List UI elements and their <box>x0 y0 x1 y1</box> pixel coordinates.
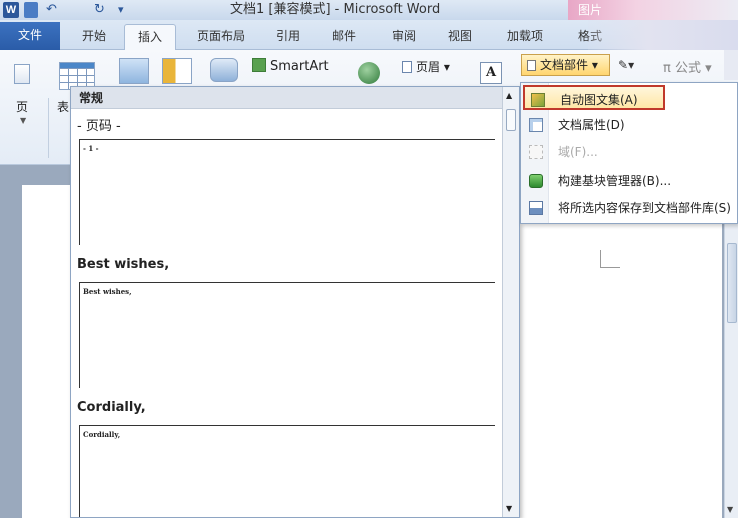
scrollbar-thumb[interactable] <box>727 243 737 323</box>
menu-item-save-selection[interactable]: 将所选内容保存到文档部件库(S) <box>521 195 737 221</box>
save-icon[interactable] <box>24 2 38 18</box>
field-icon <box>529 145 543 159</box>
menu-item-building-blocks-organizer[interactable]: 构建基块管理器(B)... <box>521 168 737 194</box>
header-button[interactable]: 页眉 ▾ <box>402 58 450 75</box>
gallery-preview-text: Cordially, <box>83 430 121 439</box>
gallery-entry-title[interactable]: - 页码 - <box>77 115 121 134</box>
ribbon-tabs: 文件 开始 插入 页面布局 引用 邮件 审阅 视图 加载项 格式 <box>0 20 738 51</box>
smartart-button[interactable]: SmartArt <box>252 57 329 77</box>
quick-parts-menu: 自动图文集(A) 文档属性(D) 域(F)... 构建基块管理器(B)... 将… <box>520 82 738 224</box>
menu-item-field[interactable]: 域(F)... <box>521 139 737 165</box>
text-box-button[interactable]: A <box>480 62 502 84</box>
tab-review[interactable]: 审阅 <box>384 24 424 50</box>
picture-tools-label: 图片 <box>578 3 603 17</box>
shapes-icon[interactable] <box>210 58 238 82</box>
gallery-entry-title[interactable]: Best wishes, <box>77 257 169 272</box>
tab-mailings[interactable]: 邮件 <box>324 24 364 50</box>
menu-item-label: 域(F)... <box>558 145 598 159</box>
title-bar: W ↶ ↻ ▾ 文档1 [兼容模式] - Microsoft Word 图片 <box>0 0 738 20</box>
gallery-category-header: 常规 <box>71 87 504 109</box>
hyperlink-globe-icon[interactable] <box>358 62 380 84</box>
chevron-down-icon[interactable]: ▼ <box>20 116 26 125</box>
tab-page-layout[interactable]: 页面布局 <box>188 24 254 50</box>
menu-item-autotext[interactable]: 自动图文集(A) <box>523 85 665 110</box>
save-selection-icon <box>529 201 543 215</box>
quick-parts-button[interactable]: 文档部件 ▾ <box>521 54 610 76</box>
page-icon[interactable] <box>14 64 30 84</box>
quick-parts-label: 文档部件 ▾ <box>540 58 598 72</box>
document-properties-icon <box>529 118 543 132</box>
menu-item-label: 文档属性(D) <box>558 118 625 132</box>
word-app-icon[interactable]: W <box>3 2 19 18</box>
menu-item-label: 构建基块管理器(B)... <box>558 174 672 188</box>
header-icon <box>402 61 412 73</box>
gallery-scrollbar[interactable]: ▲ ▼ <box>502 87 519 517</box>
margin-corner-mark <box>600 250 620 268</box>
building-blocks-organizer-icon <box>529 174 543 188</box>
window-title: 文档1 [兼容模式] - Microsoft Word <box>230 2 441 17</box>
quick-parts-icon <box>527 60 536 71</box>
tab-view[interactable]: 视图 <box>440 24 480 50</box>
gallery-entry-title[interactable]: Cordially, <box>77 400 146 415</box>
signature-dropdown-icon: ▾ <box>628 58 635 72</box>
gallery-preview-text: Best wishes, <box>83 287 132 296</box>
autotext-icon <box>531 93 545 107</box>
tab-references[interactable]: 引用 <box>268 24 308 50</box>
picture-icon[interactable] <box>119 58 149 84</box>
scroll-up-icon[interactable]: ▲ <box>506 91 512 100</box>
tab-insert[interactable]: 插入 <box>124 24 176 51</box>
menu-item-label: 自动图文集(A) <box>560 93 638 107</box>
scroll-down-icon[interactable]: ▼ <box>506 504 512 513</box>
blurred-region <box>724 50 738 80</box>
equation-button[interactable]: π 公式 ▾ <box>663 57 712 76</box>
smartart-label: SmartArt <box>270 59 329 74</box>
smartart-icon <box>252 58 266 72</box>
menu-item-document-properties[interactable]: 文档属性(D) <box>521 112 737 138</box>
picture-tools-contextual-tab: 图片 <box>568 0 738 20</box>
group-separator <box>48 98 49 158</box>
gallery-entry-preview[interactable]: Best wishes, <box>79 282 495 388</box>
clip-art-icon[interactable] <box>162 58 192 84</box>
tab-addins[interactable]: 加载项 <box>498 24 552 50</box>
gallery-entry-preview[interactable]: - 1 - <box>79 139 495 245</box>
redo-icon[interactable]: ↻ <box>94 2 105 18</box>
gallery-entry-preview[interactable]: Cordially, <box>79 425 495 517</box>
blurred-region <box>588 20 738 50</box>
table-button-label[interactable]: 表 <box>57 98 69 115</box>
customize-quick-access-icon[interactable]: ▾ <box>118 2 124 18</box>
header-label: 页眉 ▾ <box>416 60 450 74</box>
gallery-preview-text: - 1 - <box>83 144 99 153</box>
tab-home[interactable]: 开始 <box>70 24 118 50</box>
scroll-down-icon[interactable]: ▼ <box>727 505 733 514</box>
tab-file[interactable]: 文件 <box>0 22 60 50</box>
page-button-label[interactable]: 页 <box>16 98 28 115</box>
menu-item-label: 将所选内容保存到文档部件库(S) <box>558 201 731 215</box>
vertical-scrollbar[interactable]: ▼ <box>724 223 738 518</box>
undo-icon[interactable]: ↶ <box>46 2 57 18</box>
signature-line-button[interactable]: ✎▾ <box>618 58 634 72</box>
gallery-scrollbar-thumb[interactable] <box>506 109 516 131</box>
autotext-gallery: 常规 - 页码 - - 1 - Best wishes, Best wishes… <box>70 86 520 518</box>
